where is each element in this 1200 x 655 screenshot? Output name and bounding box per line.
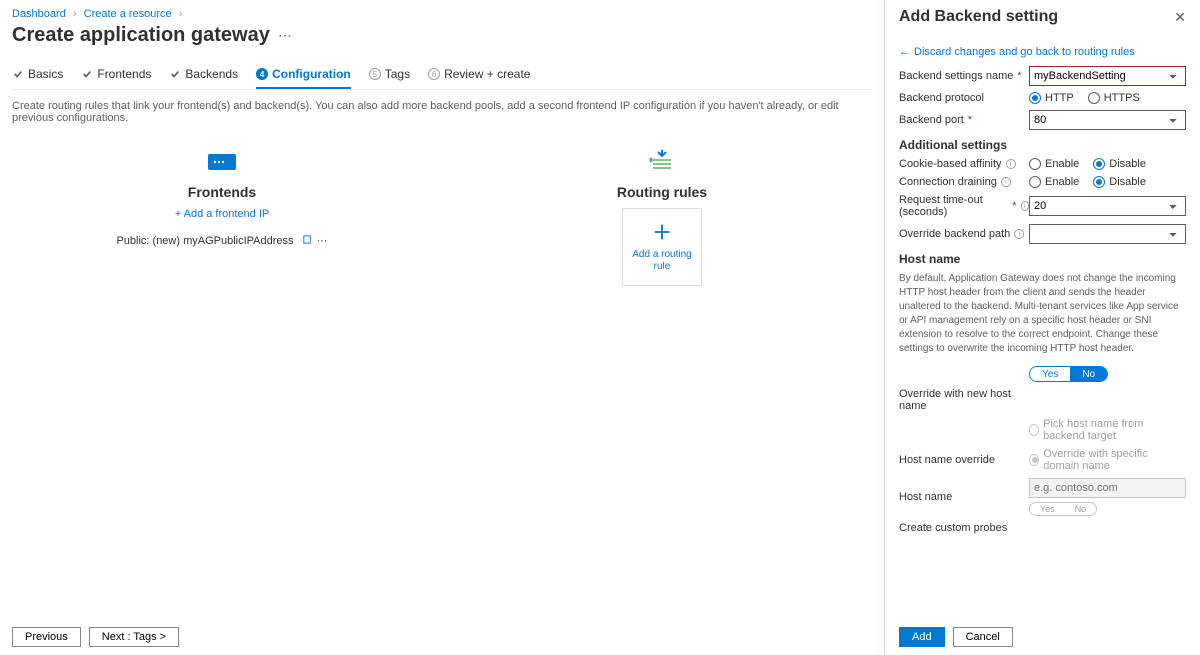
toggle-yes[interactable]: Yes (1030, 367, 1070, 381)
tab-frontends[interactable]: Frontends (81, 63, 151, 89)
intro-text: Create routing rules that link your fron… (12, 100, 872, 124)
protocol-https-radio[interactable] (1088, 92, 1100, 104)
frontends-title: Frontends (188, 184, 256, 200)
frontends-column: Frontends + Add a frontend IP Public: (n… (112, 144, 332, 286)
step-icon: 6 (428, 68, 440, 80)
more-icon[interactable]: ⋯ (317, 234, 328, 248)
discard-back-link[interactable]: ← Discard changes and go back to routing… (899, 46, 1186, 58)
label-protocol: Backend protocol (899, 92, 984, 104)
tab-label: Configuration (272, 67, 351, 81)
info-icon[interactable]: i (1006, 159, 1016, 169)
additional-settings-heading: Additional settings (899, 138, 1186, 152)
backend-name-input[interactable] (1029, 66, 1186, 86)
add-rule-label: Add a routing rule (627, 249, 697, 273)
breadcrumb: Dashboard › Create a resource › (12, 8, 872, 20)
plus-icon (651, 221, 673, 243)
label-name: Backend settings name (899, 70, 1013, 82)
hostname-yesno-toggle: Yes No (1029, 502, 1097, 516)
hostname-input (1029, 478, 1186, 498)
tab-tags[interactable]: 5 Tags (369, 63, 410, 89)
breadcrumb-dashboard[interactable]: Dashboard (12, 8, 66, 20)
label-override-new: Override with new host name (899, 388, 1029, 412)
label-host-name: Host name (899, 491, 952, 503)
override-path-input[interactable] (1029, 224, 1186, 244)
routing-column: Routing rules Add a routing rule (552, 144, 772, 286)
affinity-enable-radio[interactable] (1029, 158, 1041, 170)
label-draining: Connection draining (899, 176, 997, 188)
add-routing-rule-box[interactable]: Add a routing rule (622, 208, 702, 286)
check-icon (12, 68, 24, 80)
override-specific-radio (1029, 454, 1039, 466)
label-hostname-override: Host name override (899, 454, 995, 466)
draining-enable-radio[interactable] (1029, 176, 1041, 188)
tab-label: Basics (28, 67, 63, 81)
timeout-input[interactable] (1029, 196, 1186, 216)
protocol-http-radio[interactable] (1029, 92, 1041, 104)
previous-button[interactable]: Previous (12, 627, 81, 647)
toggle-yes: Yes (1030, 503, 1065, 515)
label-override-path: Override backend path (899, 228, 1010, 240)
tab-backends[interactable]: Backends (169, 63, 238, 89)
toggle-no: No (1065, 503, 1097, 515)
host-name-heading: Host name (899, 252, 1186, 266)
tab-review[interactable]: 6 Review + create (428, 63, 530, 89)
breadcrumb-create-resource[interactable]: Create a resource (84, 8, 172, 20)
routing-icon (645, 144, 679, 178)
routing-title: Routing rules (617, 184, 707, 200)
add-button[interactable]: Add (899, 627, 945, 647)
draining-disable-radio[interactable] (1093, 176, 1105, 188)
arrow-left-icon: ← (899, 46, 910, 58)
frontend-item-label: Public: (new) myAGPublicIPAddress (116, 235, 293, 247)
edit-icon[interactable] (302, 234, 313, 248)
pick-hostname-radio (1029, 424, 1039, 436)
add-backend-setting-panel: Add Backend setting ✕ ← Discard changes … (884, 0, 1200, 655)
title-more-button[interactable]: ⋯ (278, 27, 292, 44)
host-name-help: By default, Application Gateway does not… (899, 272, 1186, 356)
add-frontend-link[interactable]: + Add a frontend IP (175, 208, 270, 220)
label-timeout: Request time-out (seconds) (899, 194, 1008, 218)
step-icon: 5 (369, 68, 381, 80)
cancel-button[interactable]: Cancel (953, 627, 1013, 647)
override-hostname-toggle[interactable]: Yes No (1029, 366, 1108, 382)
toggle-no[interactable]: No (1070, 367, 1107, 381)
check-icon (169, 68, 181, 80)
close-icon[interactable]: ✕ (1174, 9, 1186, 26)
info-icon[interactable]: i (1001, 177, 1011, 187)
tab-label: Backends (185, 67, 238, 81)
label-custom-probes: Create custom probes (899, 522, 1007, 534)
next-button[interactable]: Next : Tags > (89, 627, 179, 647)
tab-label: Frontends (97, 67, 151, 81)
wizard-tabs: Basics Frontends Backends 4 Configuratio… (12, 63, 872, 90)
tab-configuration[interactable]: 4 Configuration (256, 63, 351, 89)
step-icon: 4 (256, 68, 268, 80)
page-title: Create application gateway (12, 24, 270, 47)
label-affinity: Cookie-based affinity (899, 158, 1002, 170)
frontends-icon (205, 144, 239, 178)
affinity-disable-radio[interactable] (1093, 158, 1105, 170)
panel-title: Add Backend setting (899, 8, 1058, 26)
tab-label: Tags (385, 67, 410, 81)
check-icon (81, 68, 93, 80)
label-port: Backend port (899, 114, 964, 126)
tab-basics[interactable]: Basics (12, 63, 63, 89)
info-icon[interactable]: i (1021, 201, 1029, 211)
info-icon[interactable]: i (1014, 229, 1024, 239)
backend-port-input[interactable] (1029, 110, 1186, 130)
tab-label: Review + create (444, 67, 530, 81)
